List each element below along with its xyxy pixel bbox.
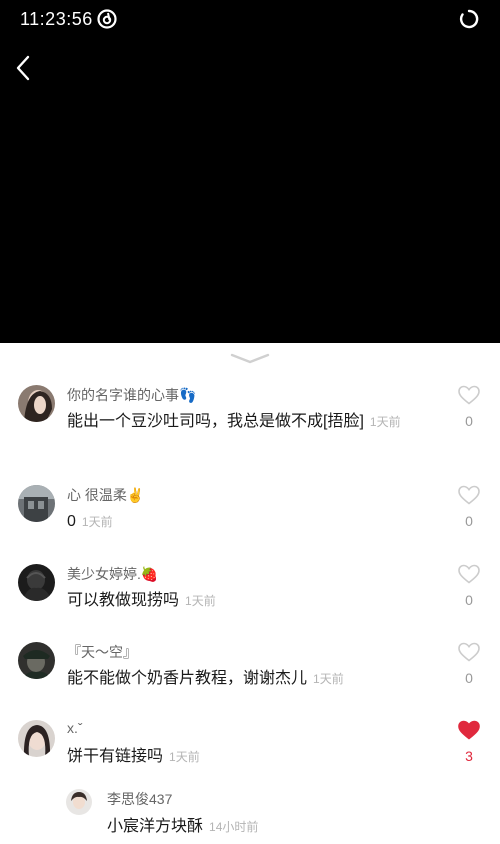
comment-body: 饼干有链接吗: [67, 748, 164, 765]
comment-time: 1天前: [169, 750, 200, 764]
collapse-chevron-icon[interactable]: [230, 351, 270, 365]
comment-text: 饼干有链接吗 1天前: [67, 745, 437, 769]
comment-text: 能出一个豆沙吐司吗，我总是做不成[捂脸] 1天前: [67, 410, 437, 434]
like-count: 0: [465, 592, 473, 608]
avatar[interactable]: [18, 564, 55, 601]
like-count: 0: [465, 513, 473, 529]
comment-username[interactable]: 『天～空』: [67, 642, 137, 662]
reply-time: 14小时前: [209, 820, 259, 834]
like-icon[interactable]: [457, 385, 481, 405]
loading-icon: [459, 9, 479, 29]
like-icon[interactable]: [457, 642, 481, 662]
comment-time: 1天前: [185, 594, 216, 608]
comment-body: 可以教做现捞吗: [67, 592, 180, 609]
like-icon[interactable]: [457, 485, 481, 505]
netease-music-icon: [97, 9, 117, 29]
like-count: 3: [465, 748, 473, 764]
avatar[interactable]: [18, 485, 55, 522]
reply-text: 小宸洋方块酥 14小时前: [107, 815, 477, 839]
comment-username[interactable]: 美少女婷婷.🍓: [67, 564, 158, 584]
avatar[interactable]: [18, 642, 55, 679]
avatar[interactable]: [18, 720, 55, 757]
liked-heart-icon[interactable]: [457, 720, 481, 740]
comment-text: 能不能做个奶香片教程，谢谢杰儿 1天前: [67, 667, 437, 691]
comment-time: 1天前: [313, 672, 344, 686]
status-bar: 11:23:56: [0, 0, 500, 38]
video-area[interactable]: 11:23:56: [0, 0, 500, 343]
comment-username[interactable]: 你的名字谁的心事👣: [67, 385, 196, 405]
comment-time: 1天前: [81, 515, 113, 529]
comment-body: 能不能做个奶香片教程，谢谢杰儿: [67, 670, 308, 687]
comment-body: 0: [67, 513, 76, 530]
reply-avatar[interactable]: [66, 789, 92, 815]
reply-username[interactable]: 李思俊437: [107, 789, 172, 809]
comment-username[interactable]: 心 很温柔✌️: [67, 485, 144, 505]
comment-text: 可以教做现捞吗 1天前: [67, 589, 437, 613]
back-button[interactable]: [10, 52, 38, 84]
avatar[interactable]: [18, 385, 55, 422]
like-count: 0: [465, 670, 473, 686]
comment-text: 0 1天前: [67, 510, 437, 534]
reply-body: 小宸洋方块酥: [107, 818, 204, 835]
like-count: 0: [465, 413, 473, 429]
comment-time: 1天前: [369, 415, 401, 429]
comment-sheet: 你的名字谁的心事👣 能出一个豆沙吐司吗，我总是做不成[捂脸] 1天前 0 心 很温…: [0, 343, 500, 844]
comment-username[interactable]: x.ˇ: [67, 720, 83, 736]
comment-body: 能出一个豆沙吐司吗，我总是做不成[捂脸]: [67, 413, 364, 430]
status-time: 11:23:56: [20, 9, 93, 29]
like-icon[interactable]: [457, 564, 481, 584]
